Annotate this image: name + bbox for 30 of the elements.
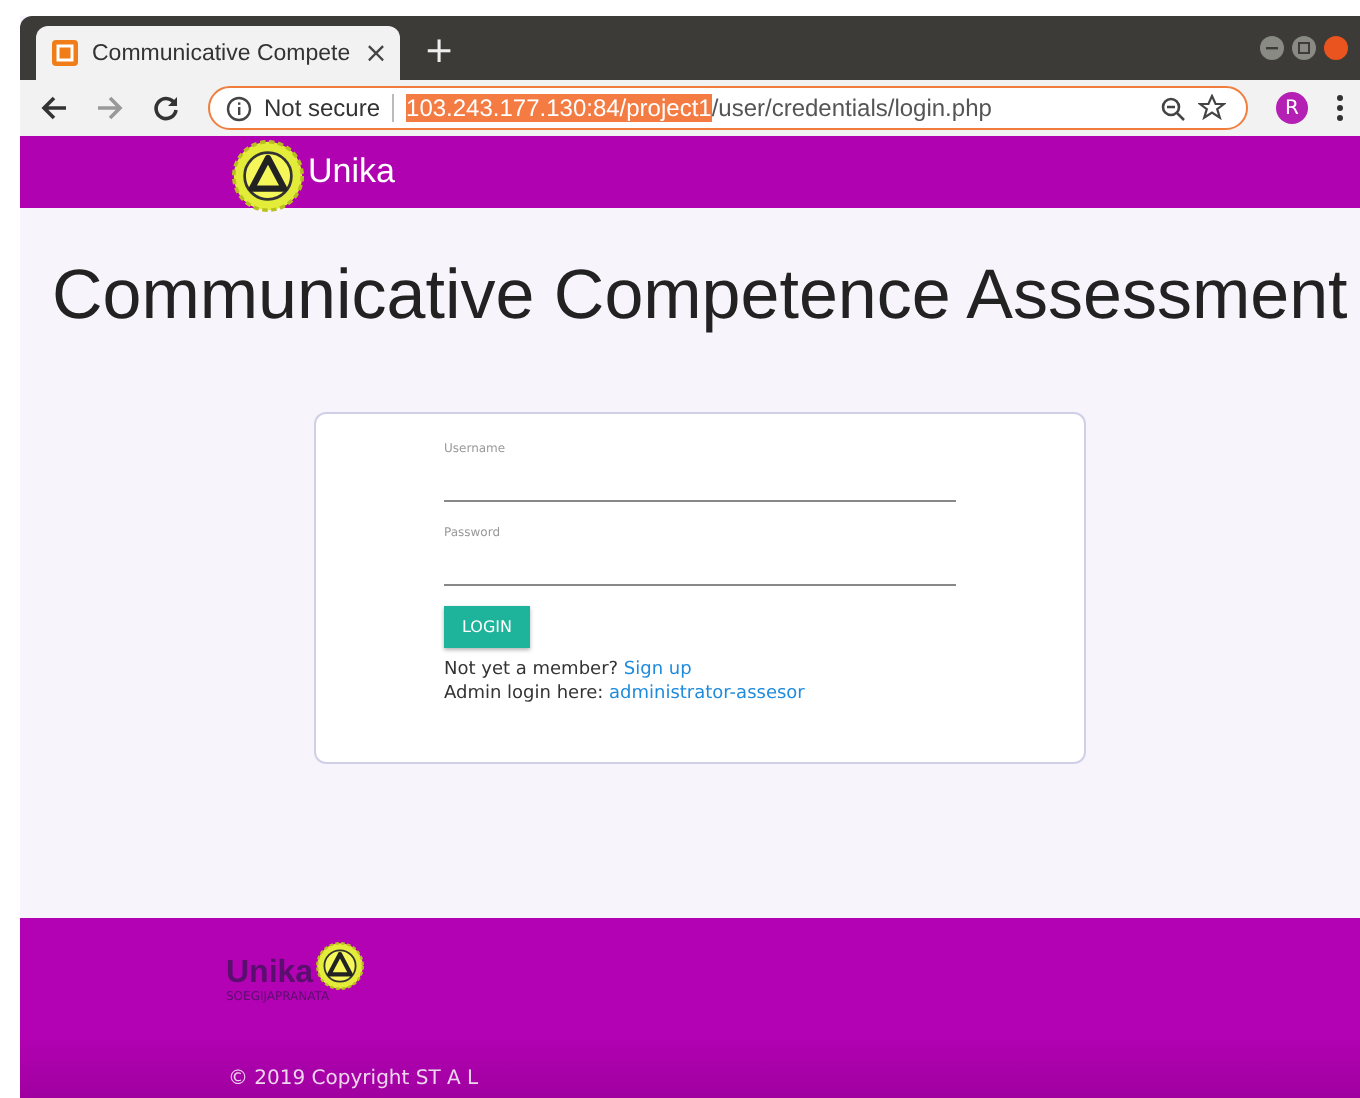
brand-link[interactable]: Unika <box>308 152 395 192</box>
profile-avatar[interactable]: R <box>1276 92 1308 124</box>
zoom-out-icon[interactable] <box>1160 95 1186 121</box>
forward-arrow-icon[interactable] <box>96 94 124 122</box>
emblem-icon <box>315 942 364 990</box>
close-window-button[interactable] <box>1324 36 1348 60</box>
tab-title: Communicative Compete <box>92 41 351 65</box>
close-tab-button[interactable]: × <box>364 37 388 69</box>
maximize-button[interactable] <box>1292 36 1316 60</box>
prompt-text: Admin login here: administrator-assesor <box>444 684 807 704</box>
new-tab-button[interactable]: + <box>424 30 455 72</box>
url-selected-text: 103.243.177.130:84/project1 <box>406 94 712 122</box>
emblem-icon[interactable] <box>232 140 304 212</box>
page-heading: Communicative Competence Assessment <box>52 256 1350 336</box>
minimize-button[interactable] <box>1260 36 1284 60</box>
back-arrow-icon[interactable] <box>40 94 68 122</box>
menu-icon[interactable] <box>1336 94 1344 122</box>
footer-logo-text: Unika <box>226 958 314 990</box>
prompt-text: Not yet a member? Sign up <box>444 660 694 680</box>
reload-icon[interactable] <box>152 94 180 122</box>
url-text: /user/credentials/login.php <box>711 94 992 122</box>
text-link[interactable]: administrator-assesor <box>609 684 805 704</box>
star-icon[interactable] <box>1198 94 1226 122</box>
browser-tab[interactable]: Communicative Compete × <box>36 26 400 80</box>
copyright-text: © 2019 Copyright ST A L <box>228 1068 481 1090</box>
text-link[interactable]: Sign up <box>623 660 692 680</box>
address-bar[interactable]: Not secure 103.243.177.130:84/project1/user/credentials/login.php <box>208 86 1248 130</box>
page-icon <box>52 40 78 66</box>
info-icon <box>226 95 252 121</box>
security-label: Not secure <box>264 94 381 122</box>
